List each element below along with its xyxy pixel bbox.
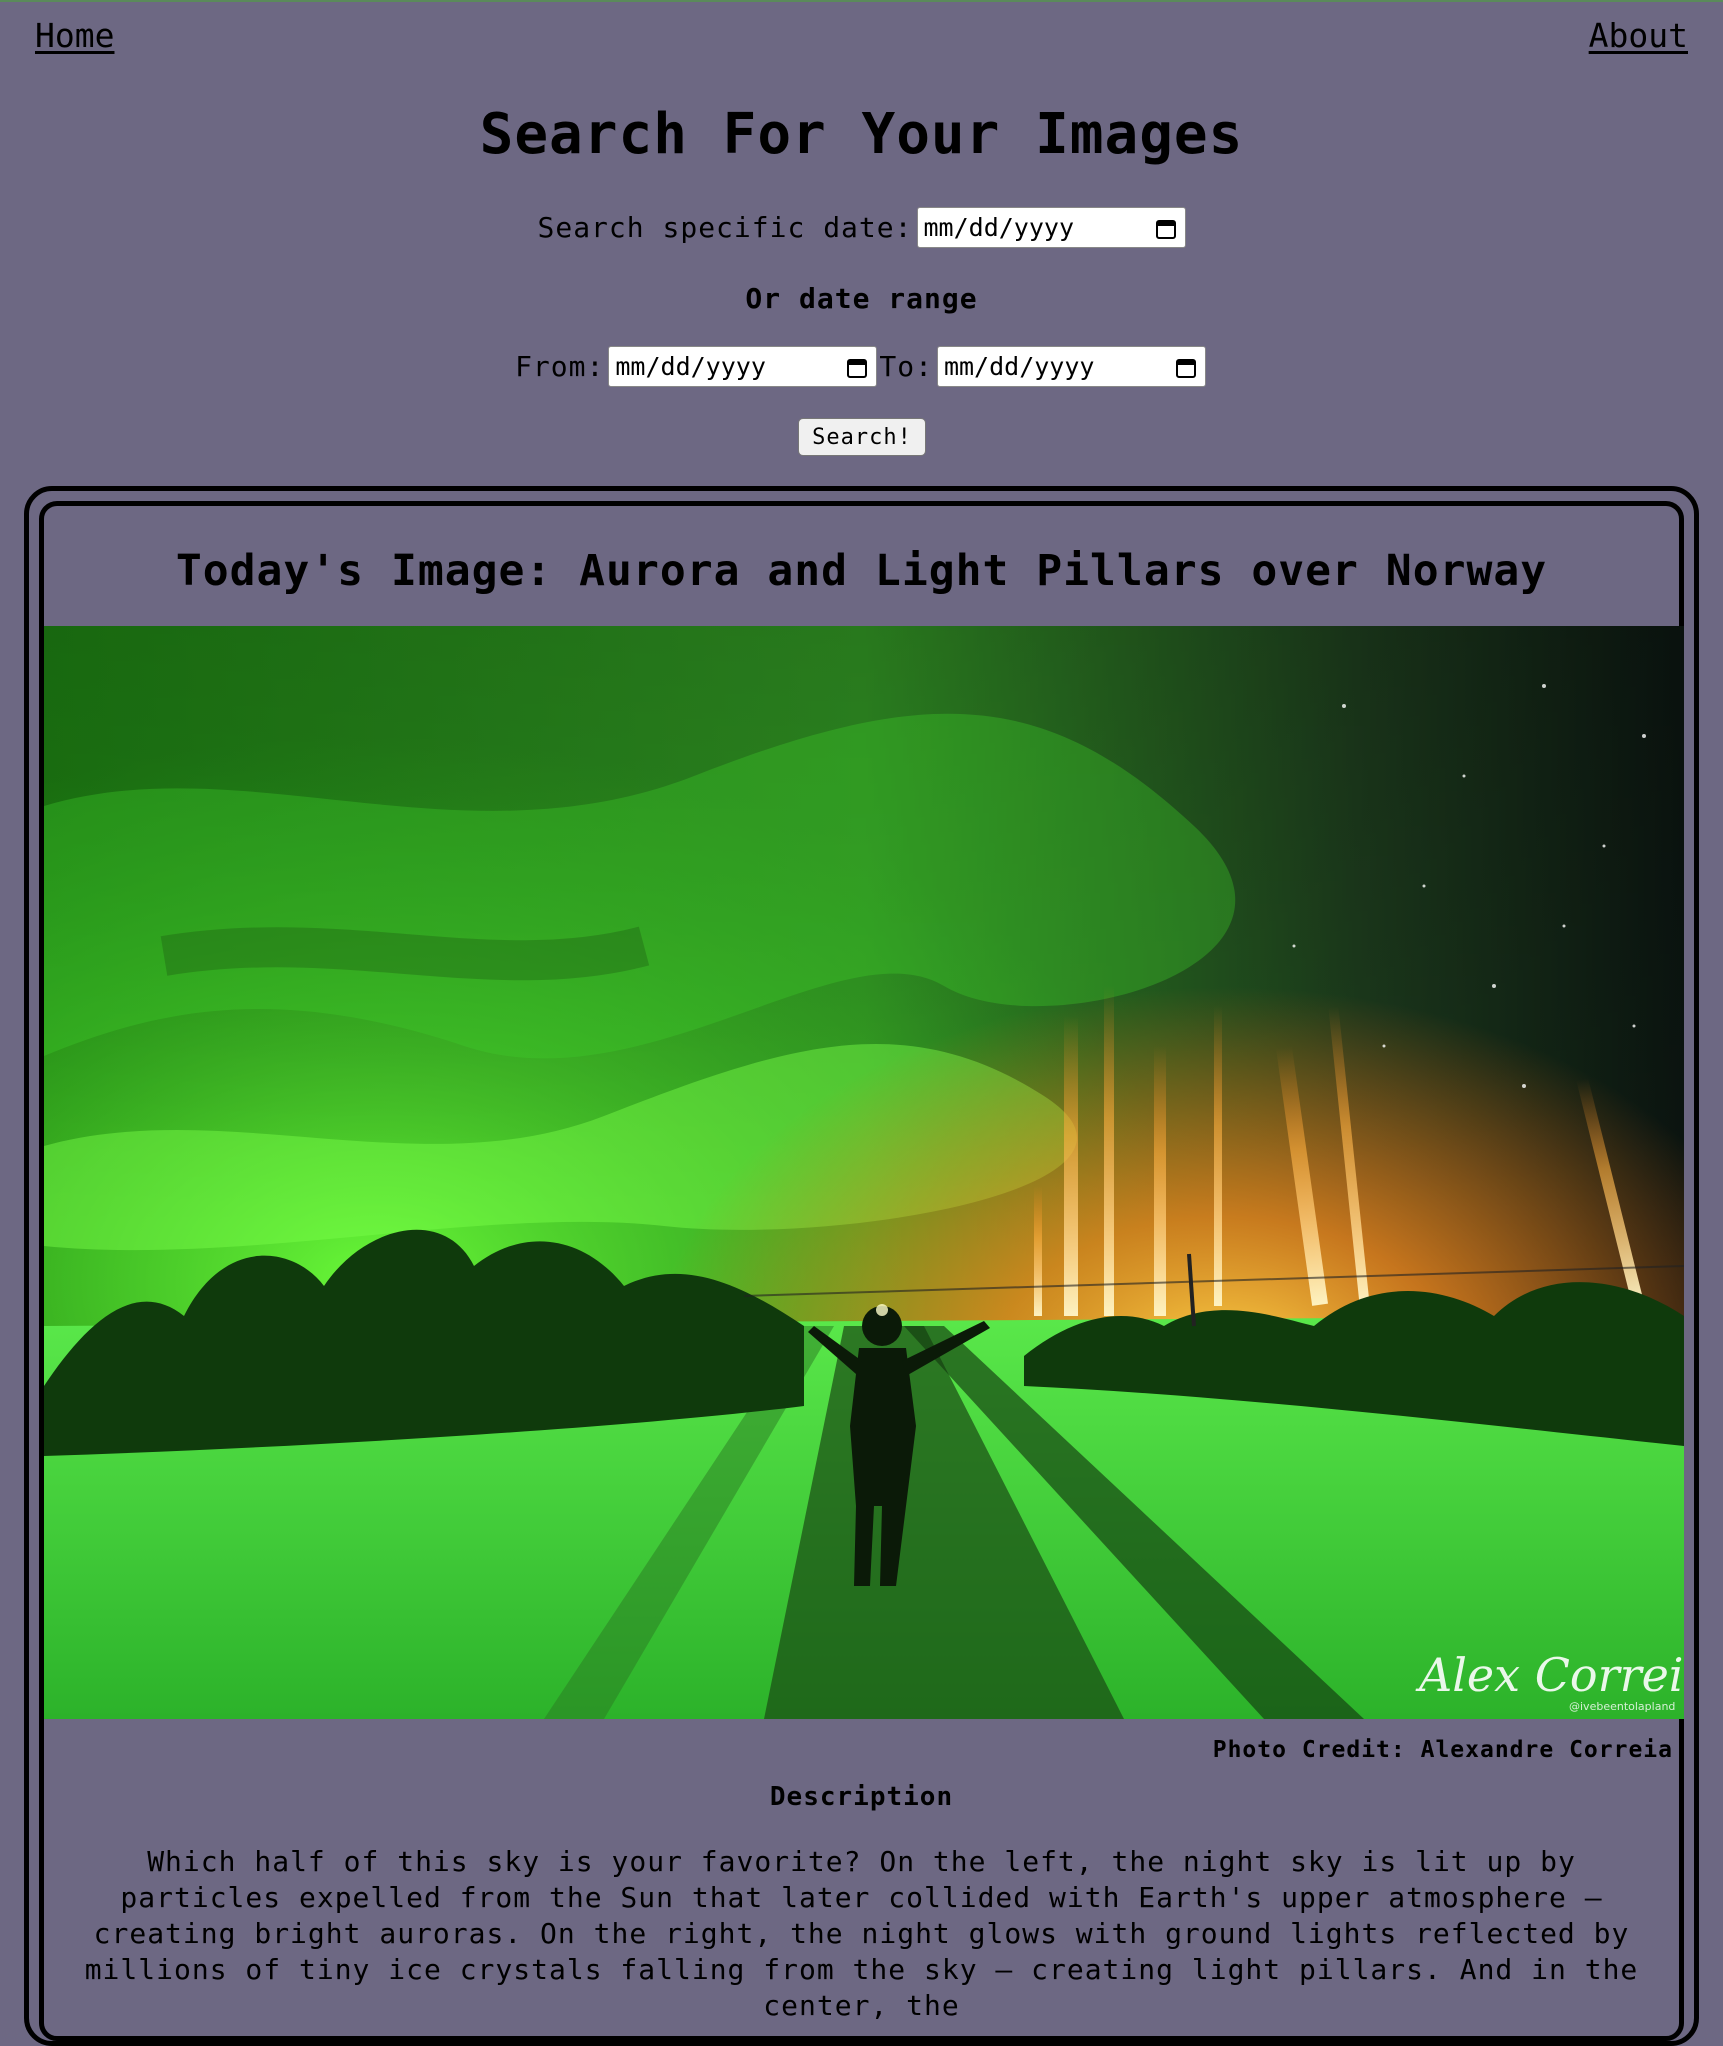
date-range-heading: Or date range [745,282,978,315]
aurora-photo: Alex Correia @ivebeentolapland [44,626,1684,1719]
specific-date-label: Search specific date: [537,211,913,244]
specific-date-row: Search specific date: mm/dd/yyyy [0,207,1723,248]
calendar-icon[interactable] [846,356,868,378]
page-title: Search For Your Images [479,102,1244,167]
to-label: To: [879,350,933,383]
from-date-input[interactable]: mm/dd/yyyy [608,346,878,387]
image-title: Today's Image: Aurora and Light Pillars … [175,546,1548,596]
description-heading: Description [769,1782,954,1812]
image-card-inner: Today's Image: Aurora and Light Pillars … [39,501,1684,2041]
calendar-icon[interactable] [1175,356,1197,378]
image-card: Today's Image: Aurora and Light Pillars … [24,486,1699,2046]
specific-date-placeholder: mm/dd/yyyy [923,213,1075,242]
to-date-placeholder: mm/dd/yyyy [943,352,1095,381]
photo-credit: Photo Credit: Alexandre Correia [1212,1737,1673,1763]
to-date-input[interactable]: mm/dd/yyyy [936,346,1206,387]
specific-date-input[interactable]: mm/dd/yyyy [916,207,1186,248]
home-link[interactable]: Home [35,16,114,55]
about-link[interactable]: About [1589,16,1688,55]
date-range-row: From: mm/dd/yyyy To: mm/dd/yyyy [0,346,1723,387]
description-text: Which half of this sky is your favorite?… [84,1845,1639,2022]
search-button[interactable]: Search! [798,418,926,456]
from-date-placeholder: mm/dd/yyyy [615,352,766,381]
svg-text:@ivebeentolapland: @ivebeentolapland [1569,1700,1675,1713]
svg-text:Alex Correia: Alex Correia [1415,1648,1684,1702]
calendar-icon[interactable] [1155,217,1177,239]
from-label: From: [515,350,605,383]
